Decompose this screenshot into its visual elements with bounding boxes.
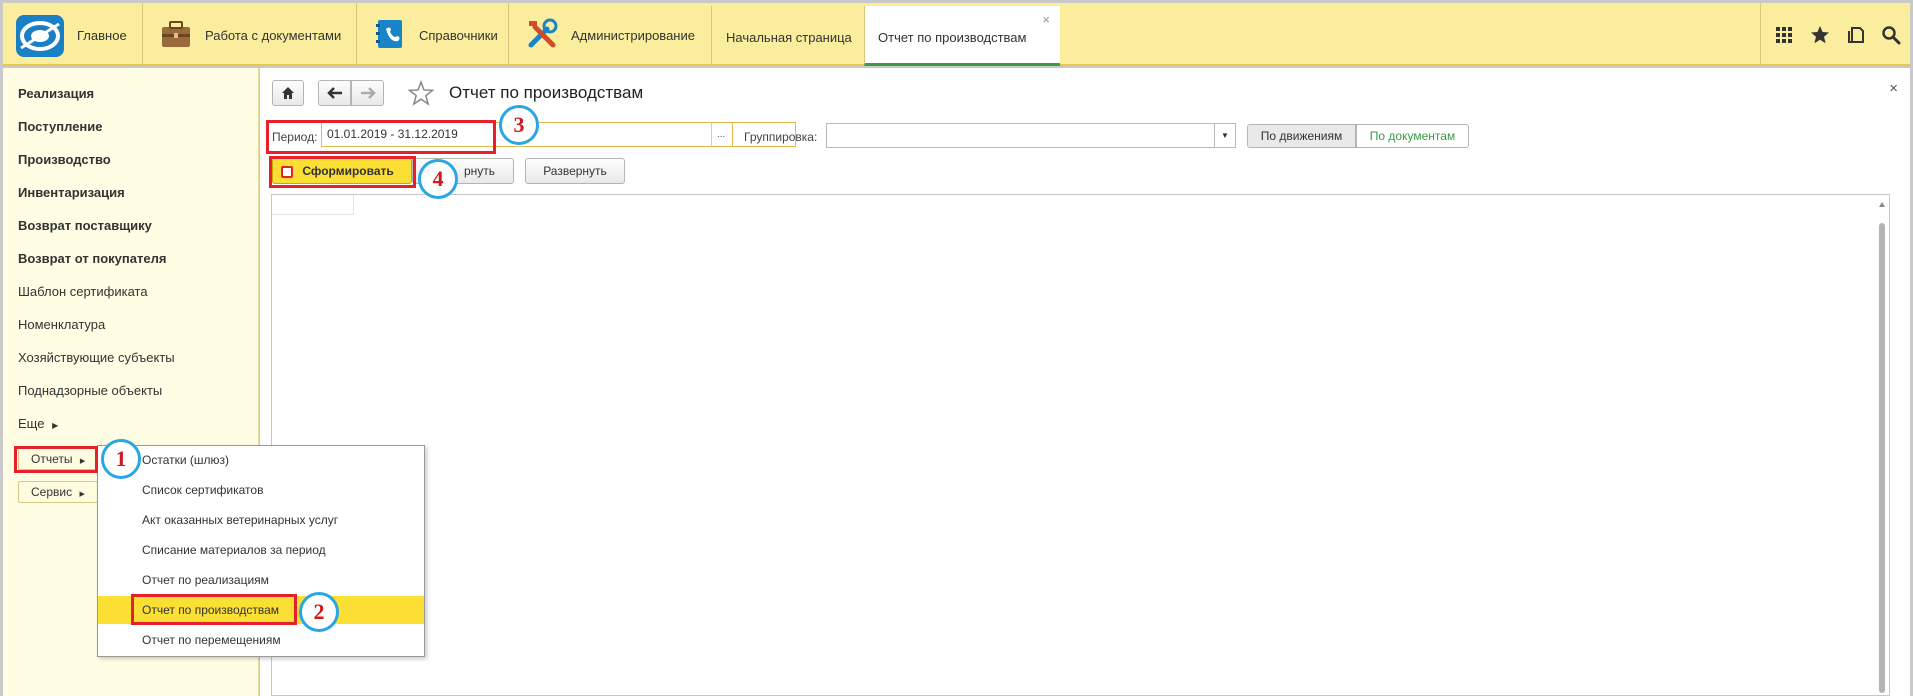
tools-icon [528,18,558,48]
forward-button[interactable] [351,80,384,106]
grouping-label: Группировка: [744,130,818,144]
section-administration-label: Администрирование [571,28,695,43]
caret-right-icon: ▶ [79,491,85,498]
menu-item-transfers-report[interactable]: Отчет по перемещениям [98,626,424,654]
menu-item-certificates-list[interactable]: Список сертификатов [98,476,424,504]
close-form-icon[interactable]: × [1889,80,1898,97]
report-spreadsheet[interactable] [271,194,1890,696]
vertical-scrollbar[interactable] [1877,199,1887,693]
page-title: Отчет по производствам [449,83,644,102]
tab-start-page[interactable]: Начальная страница [711,6,864,66]
sidebar-item-more[interactable]: Еще ▶ [18,416,58,431]
sidebar-item-more-label: Еще [18,416,45,431]
annotation-box-2 [131,594,297,625]
annotation-marker-3: 3 [499,105,539,145]
annotation-marker-1: 1 [101,439,141,479]
history-icon[interactable] [1847,25,1867,45]
home-section-label[interactable]: Главное [77,28,127,43]
home-button[interactable] [272,80,304,106]
apps-grid-icon[interactable] [1774,25,1794,45]
report-form: Отчет по производствам × Период: 01.01.2… [260,68,1910,696]
sidebar-item-business-entities[interactable]: Хозяйствующие субъекты [18,350,175,365]
menu-item-materials-writeoff[interactable]: Списание материалов за период [98,536,424,564]
search-icon[interactable] [1881,25,1901,45]
star-icon[interactable] [1810,25,1830,45]
sidebar-item-inventory[interactable]: Инвентаризация [18,185,125,200]
address-book-icon [376,20,402,48]
seg-by-documents[interactable]: По документам [1356,124,1469,148]
tab-production-report[interactable]: Отчет по производствам × [864,6,1060,66]
section-administration[interactable]: Администрирование [508,3,711,66]
grouping-dropdown-icon[interactable]: ▼ [1214,123,1236,148]
service-button-label: Сервис [31,485,73,499]
annotation-marker-2: 2 [299,592,339,632]
arrow-right-icon [360,87,376,99]
grouping-field[interactable] [826,123,1236,148]
menu-item-sales-report[interactable]: Отчет по реализациям [98,566,424,594]
top-bar: Главное Работа с документами Справочники… [3,3,1910,66]
menu-item-balances-gateway[interactable]: Остатки (шлюз) [98,446,424,474]
sidebar-item-return-to-supplier[interactable]: Возврат поставщику [18,218,152,233]
arrow-left-icon [326,87,342,99]
annotation-box-3 [266,120,496,154]
service-button[interactable]: Сервис ▶ [18,481,98,503]
tab-production-report-label: Отчет по производствам [878,30,1027,45]
sidebar-item-return-from-customer[interactable]: Возврат от покупателя [18,251,166,266]
sidebar-item-production[interactable]: Производство [18,152,111,167]
back-button[interactable] [318,80,351,106]
sidebar-item-supervised-objects[interactable]: Поднадзорные объекты [18,383,162,398]
reports-menu: Остатки (шлюз) Список сертификатов Акт о… [97,445,425,657]
collapse-button-label: рнуть [463,164,495,178]
seg-by-movements[interactable]: По движениям [1247,124,1356,148]
caret-right-icon: ▶ [52,421,59,430]
briefcase-icon [162,21,190,47]
toolbar-right [1760,3,1910,66]
app-logo-icon[interactable] [15,14,65,58]
annotation-box-1 [14,446,98,473]
section-documents-label: Работа с документами [205,28,342,43]
home-icon [282,87,294,99]
section-references-label: Справочники [419,28,498,43]
favorite-star-icon[interactable] [408,80,434,106]
tab-close-icon[interactable]: × [1042,12,1050,27]
annotation-box-4 [269,156,416,188]
period-picker-button[interactable]: ... [711,122,733,147]
expand-button[interactable]: Развернуть [525,158,625,184]
sidebar-item-nomenclature[interactable]: Номенклатура [18,317,105,332]
sidebar-item-sales[interactable]: Реализация [18,86,94,101]
annotation-marker-4: 4 [418,159,458,199]
menu-item-vet-services-act[interactable]: Акт оказанных ветеринарных услуг [98,506,424,534]
report-header-cell [272,195,354,215]
sidebar-item-certificate-template[interactable]: Шаблон сертификата [18,284,148,299]
section-references[interactable]: Справочники [356,3,508,66]
tab-start-page-label: Начальная страница [726,30,852,45]
sidebar-item-receipts[interactable]: Поступление [18,119,103,134]
section-documents[interactable]: Работа с документами [142,3,356,66]
